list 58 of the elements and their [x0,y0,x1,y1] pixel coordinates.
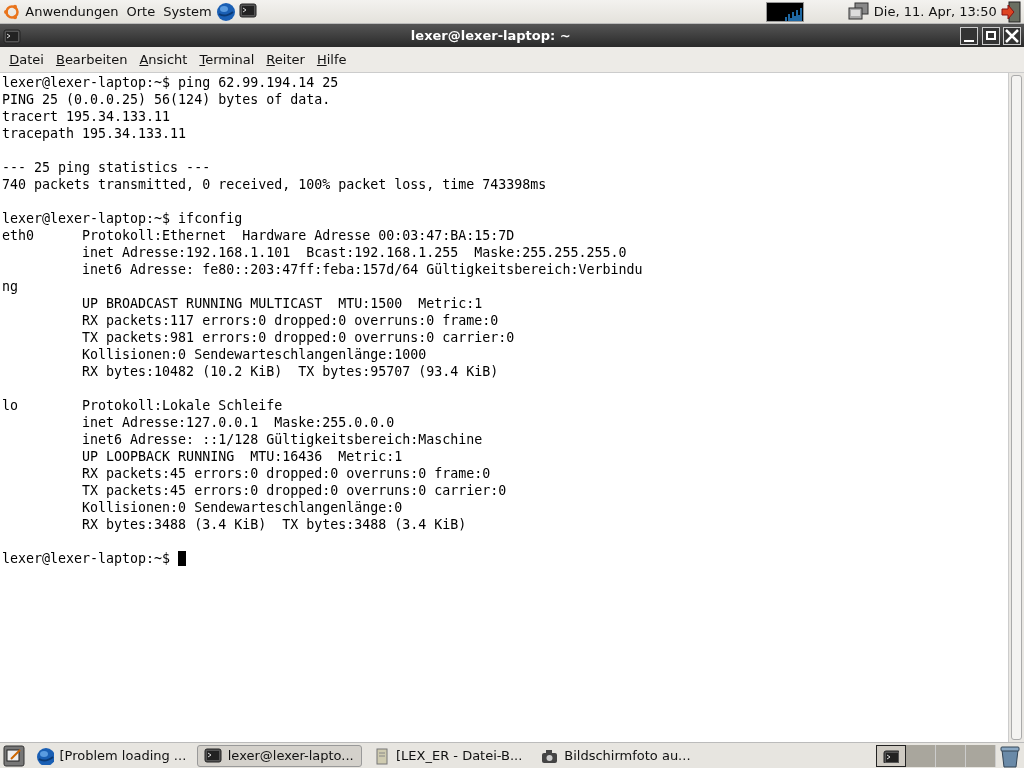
menu-item[interactable]: Hilfe [310,46,353,73]
terminal-line: inet6 Adresse: fe80::203:47ff:feba:157d/64 Gültigkeitsbereich:Verbindu [81,261,643,278]
workspace-button[interactable] [875,744,906,767]
ubuntu-logo-icon[interactable] [3,2,22,21]
panel-menu[interactable]: System [159,0,216,23]
panel-menu[interactable]: Anwendungen [21,0,123,23]
menu-item[interactable]: Datei [3,46,50,73]
menu-item[interactable]: Reiter [260,46,311,73]
terminal-line: UP BROADCAST RUNNING MULTICAST MTU:1500 Metric:1 [81,295,483,312]
text-cursor [178,551,187,566]
terminal-line: eth0 Protokoll:Ethernet Hardware Adresse 00:03:47:BA:15:7D [2,227,515,244]
taskbar-button[interactable]: [LEX_ER - Datei-B... [365,744,530,767]
menu-item[interactable]: Terminal [193,46,261,73]
show-desktop-icon[interactable] [3,744,26,767]
taskbar-button[interactable]: Bildschirmfoto au... [533,744,699,767]
terminal-line: inet6 Adresse: ::1/128 Gültigkeitsbereich:Maschine [81,431,483,448]
trash-icon[interactable] [998,743,1021,768]
clock-text[interactable]: Die, 11. Apr, 13:50 [869,0,1001,23]
window-title: lexer@lexer-laptop: ~ [409,27,572,45]
terminal-line: tracepath 195.34.133.11 [2,125,187,142]
maximize-icon [984,29,997,42]
panel-menu[interactable]: Orte [122,0,160,23]
taskbar-button[interactable]: lexer@lexer-lapto... [196,744,362,767]
logout-icon[interactable] [1000,0,1021,23]
terminal-line: TX packets:45 errors:0 dropped:0 overruns:0 carrier:0 [81,482,507,499]
minimize-button[interactable] [960,26,979,45]
terminal-line: tracert 195.34.133.11 [2,108,171,125]
maximize-button[interactable] [981,26,1000,45]
terminal-line: ng [2,278,18,295]
terminal-line: lo Protokoll:Lokale Schleife [2,397,283,414]
menu-item[interactable]: Ansicht [133,46,194,73]
terminal-line: UP LOOPBACK RUNNING MTU:16436 Metric:1 [81,448,403,465]
terminal-line: TX packets:981 errors:0 dropped:0 overruns:0 carrier:0 [81,329,515,346]
terminal-line: inet Adresse:127.0.0.1 Maske:255.0.0.0 [81,414,395,431]
terminal-line: Kollisionen:0 Sendewarteschlangenlänge:0 [81,499,403,516]
globe-icon [35,746,54,765]
terminal-line: lexer@lexer-laptop:~$ ifconfig [2,210,243,227]
taskbar-button[interactable]: [Problem loading ... [28,744,194,767]
window-icon [882,748,899,763]
terminal-line: RX bytes:3488 (3.4 KiB) TX bytes:3488 (3.4 KiB) [81,516,467,533]
terminal-line: RX packets:45 errors:0 dropped:0 overruns:0 frame:0 [81,465,491,482]
terminal-line: PING 25 (0.0.0.25) 56(124) bytes of data. [2,91,331,108]
terminal-line: RX packets:117 errors:0 dropped:0 overruns:0 frame:0 [81,312,499,329]
terminal-icon [203,746,222,765]
terminal-line: 740 packets transmitted, 0 received, 100% packet loss, time 743398ms [2,176,547,193]
system-monitor-graph [765,1,804,22]
terminal-line: inet Adresse:192.168.1.101 Bcast:192.168.1.255 Maske:255.255.255.0 [81,244,627,261]
terminal-line: Kollisionen:0 Sendewarteschlangenlänge:1000 [81,346,427,363]
globe-icon[interactable] [215,1,236,22]
terminal-line: lexer@lexer-laptop:~$ ping 62.99.194.14 25 [2,74,339,91]
minimize-icon [964,39,975,42]
network-icon[interactable] [847,1,870,22]
close-icon [1004,28,1019,43]
close-button[interactable] [1002,26,1021,45]
terminal-line: RX bytes:10482 (10.2 KiB) TX bytes:95707 (93.4 KiB) [81,363,499,380]
terminal-line: --- 25 ping statistics --- [2,159,211,176]
menu-item[interactable]: Bearbeiten [49,46,134,73]
terminal-prompt: lexer@lexer-laptop:~$ [2,550,171,567]
